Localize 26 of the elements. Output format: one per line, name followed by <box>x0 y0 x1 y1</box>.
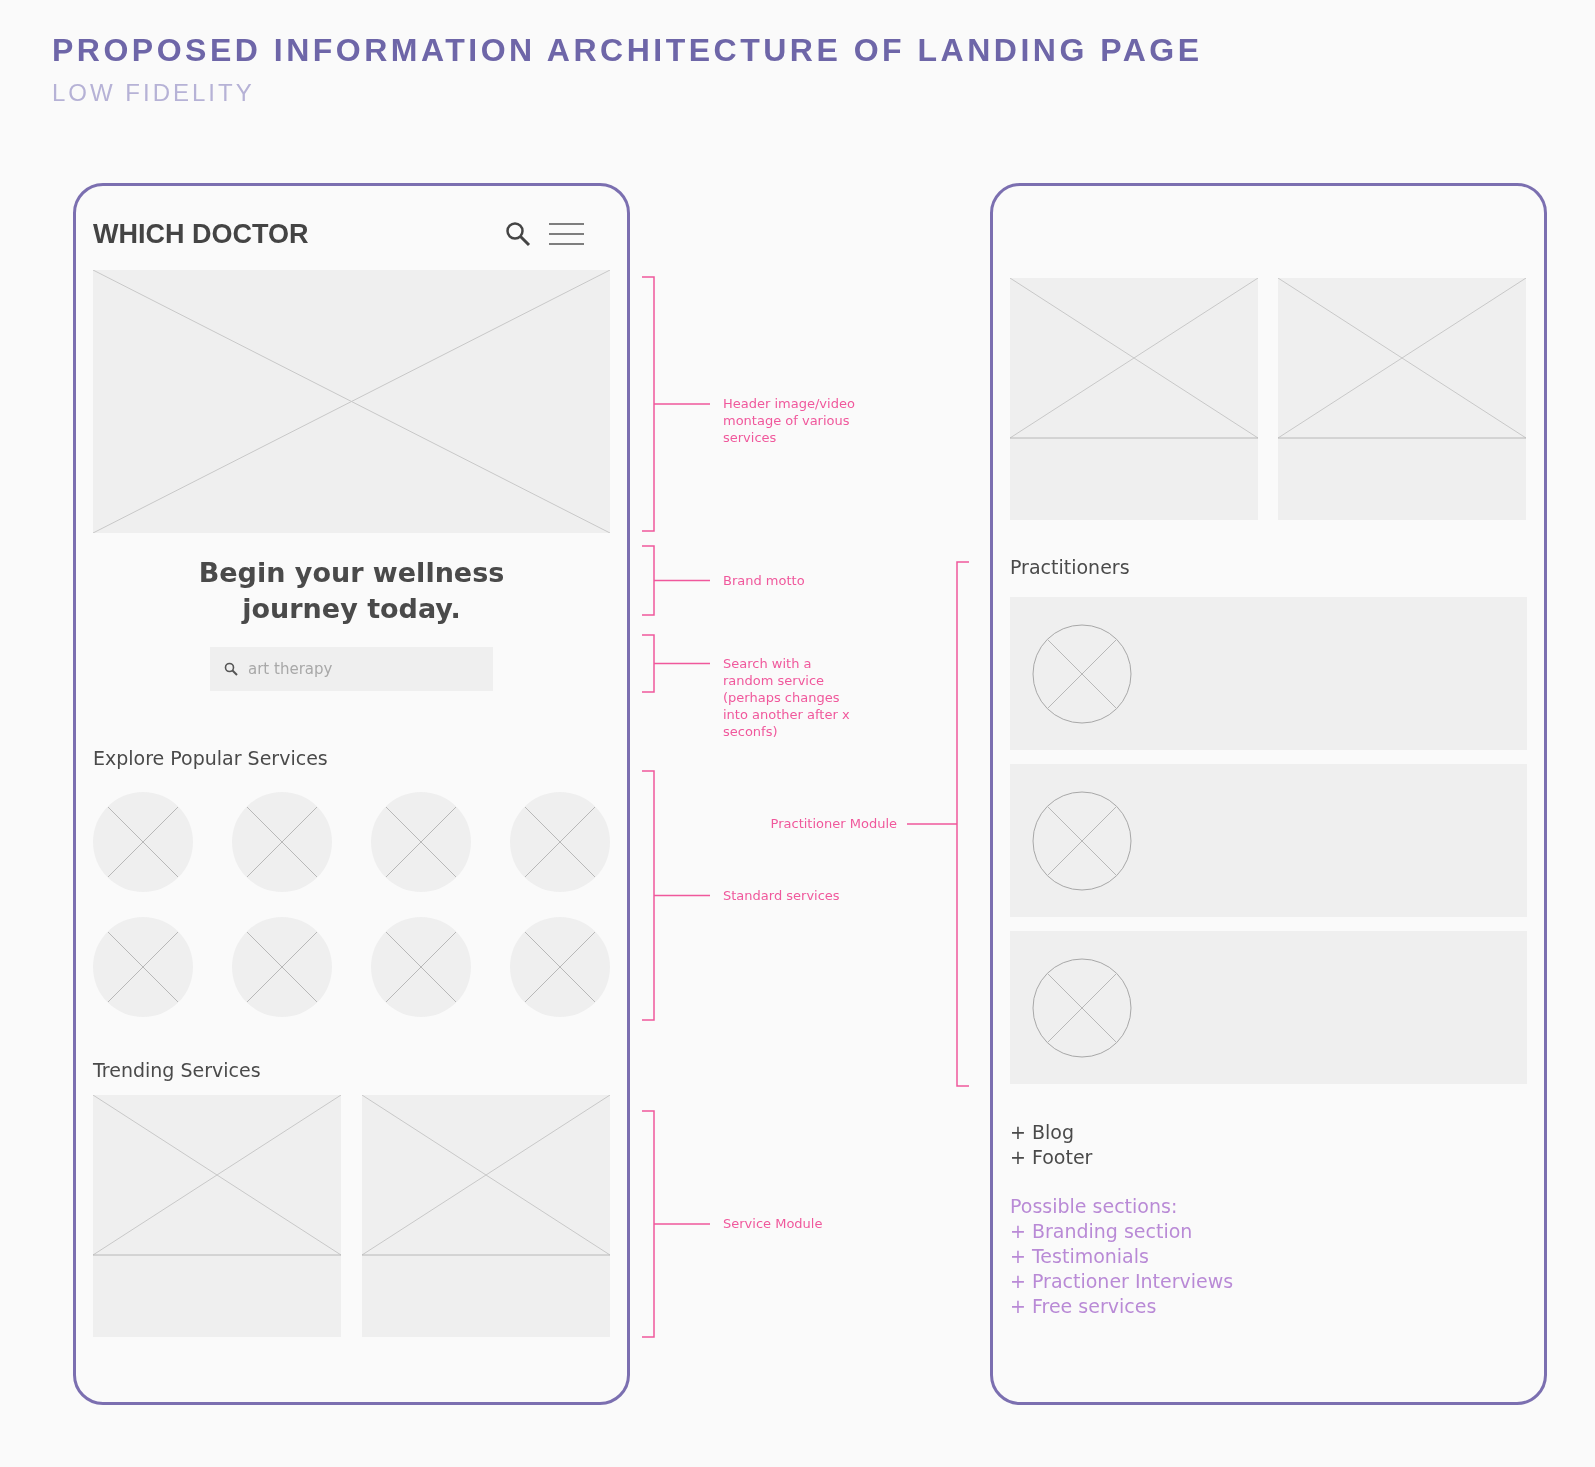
section-note: + Free services <box>1010 1294 1158 1319</box>
section-note: Possible sections: <box>1010 1194 1179 1219</box>
page-subtitle: LOW FIDELITY <box>52 79 256 107</box>
annotation: Header image/video montage of various services <box>723 395 856 446</box>
bracket <box>642 545 712 616</box>
search-icon[interactable] <box>505 221 531 247</box>
section-note: + Testimonials <box>1010 1244 1150 1269</box>
bracket <box>642 634 712 693</box>
section-note: + Practioner Interviews <box>1010 1269 1235 1294</box>
page-title: PROPOSED INFORMATION ARCHITECTURE OF LANDING PAGE <box>52 32 1204 69</box>
section-note: + Blog <box>1010 1120 1075 1145</box>
menu-icon[interactable] <box>549 223 584 245</box>
annotation: Service Module <box>723 1215 824 1232</box>
section-note: + Branding section <box>1010 1219 1194 1244</box>
brand-motto: Begin your wellness journey today. <box>197 556 506 626</box>
section-heading: Trending Services <box>93 1059 262 1081</box>
annotation: Search with a random service (perhaps changes into another after x seconfs) <box>723 654 851 740</box>
section-heading: Explore Popular Services <box>93 747 329 769</box>
logo: WHICH DOCTOR <box>93 218 310 250</box>
section-note: + Footer <box>1010 1145 1094 1170</box>
section-heading: Practitioners <box>1010 556 1131 578</box>
annotation: Practitioner Module <box>770 815 897 832</box>
search-icon <box>224 662 238 676</box>
annotation: Brand motto <box>723 571 806 589</box>
annotation: Standard services <box>723 886 841 904</box>
search-field[interactable]: art therapy <box>210 647 493 691</box>
